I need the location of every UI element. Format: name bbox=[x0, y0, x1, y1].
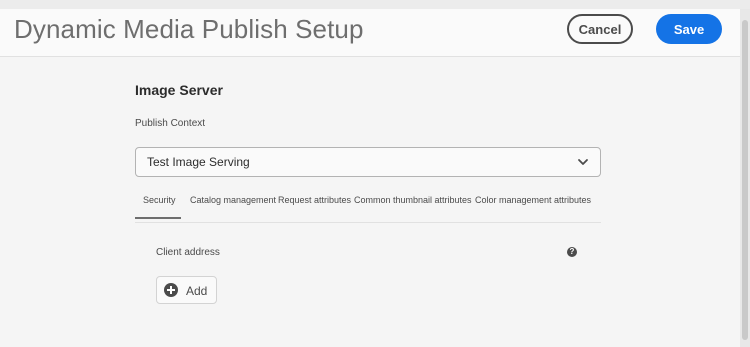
top-strip bbox=[0, 0, 750, 9]
save-button[interactable]: Save bbox=[656, 14, 722, 44]
add-button-label: Add bbox=[186, 284, 208, 298]
scrollbar-thumb[interactable] bbox=[742, 20, 748, 340]
tab-request-attributes[interactable]: Request attributes bbox=[278, 195, 351, 205]
chevron-down-icon bbox=[578, 159, 588, 165]
client-address-label: Client address bbox=[156, 247, 220, 258]
settings-tabs: Security Catalog management Request attr… bbox=[135, 193, 601, 223]
publish-context-label: Publish Context bbox=[135, 118, 206, 129]
tab-catalog-management[interactable]: Catalog management bbox=[190, 195, 276, 205]
tab-color-management-attributes[interactable]: Color management attributes bbox=[475, 195, 591, 205]
publish-context-select[interactable]: Test Image Serving bbox=[135, 147, 601, 177]
tab-common-thumbnail-attributes[interactable]: Common thumbnail attributes bbox=[354, 195, 472, 205]
page-header: Dynamic Media Publish Setup Cancel Save bbox=[0, 9, 740, 57]
cancel-button[interactable]: Cancel bbox=[567, 14, 633, 44]
section-title: Image Server bbox=[135, 82, 223, 98]
tab-security[interactable]: Security bbox=[143, 195, 176, 205]
add-button[interactable]: Add bbox=[156, 276, 217, 304]
add-circle-icon bbox=[164, 283, 178, 297]
help-icon[interactable]: ? bbox=[567, 247, 577, 257]
publish-context-value: Test Image Serving bbox=[147, 155, 250, 169]
page-title: Dynamic Media Publish Setup bbox=[14, 14, 364, 44]
selected-tab-indicator bbox=[135, 217, 181, 219]
